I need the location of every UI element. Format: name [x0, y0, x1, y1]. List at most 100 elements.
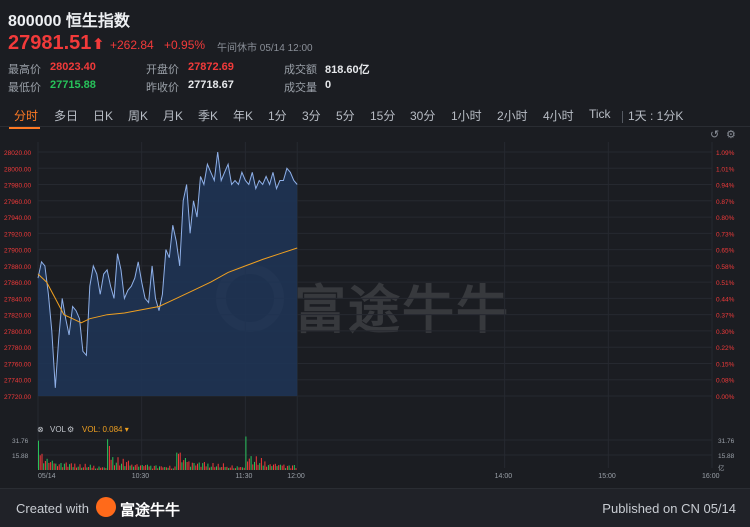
volume-bar	[127, 460, 129, 470]
turnover-value: 818.60亿	[325, 64, 370, 76]
brand-name: 富途牛牛	[120, 502, 181, 519]
tab-tick[interactable]: Tick	[589, 107, 611, 121]
y-pct-tick-label: 0.51%	[716, 280, 735, 287]
tab-separator	[622, 111, 623, 123]
y-pct-tick-label: 0.65%	[716, 248, 735, 255]
volume-bar	[195, 465, 197, 470]
volume-bar	[247, 461, 249, 470]
tab-weekly-k[interactable]: 周K	[128, 107, 148, 124]
volume-bar	[193, 463, 195, 470]
volume-bar	[121, 463, 122, 470]
volume-bar	[276, 466, 278, 470]
y-pct-tick-label: 0.44%	[716, 296, 735, 303]
x-tick-label: 11:30	[235, 473, 252, 480]
vol-value[interactable]: VOL: 0.084 ▾	[82, 425, 129, 434]
tab-intraday[interactable]: 分时	[14, 107, 38, 124]
y-pct-tick-label: 1.01%	[716, 166, 735, 173]
volume-bar	[67, 466, 69, 470]
tab-3min[interactable]: 3分	[302, 107, 321, 124]
volume-bar	[278, 465, 280, 470]
volume-bar	[203, 462, 205, 470]
volume-bar	[286, 465, 288, 470]
volume-bar	[159, 466, 160, 470]
y-tick-label: 27980.00	[4, 183, 31, 190]
tab-5min[interactable]: 5分	[336, 107, 355, 124]
volume-bar	[100, 467, 102, 470]
turnover-label: 成交额	[284, 64, 317, 76]
y-tick-label: 27960.00	[4, 199, 31, 206]
y-tick-label: 27920.00	[4, 231, 31, 238]
volume-bar	[146, 464, 148, 470]
tab-yearly-k[interactable]: 年K	[233, 107, 253, 124]
tab-quarterly-k[interactable]: 季K	[198, 107, 218, 124]
volume-bar	[69, 464, 71, 470]
volume-bar	[140, 465, 141, 470]
tab-multiday[interactable]: 多日	[54, 107, 78, 124]
volume-bar	[39, 455, 41, 470]
tab-15min[interactable]: 15分	[370, 107, 395, 124]
x-tick-label: 14:00	[495, 473, 513, 480]
volume-bar	[150, 465, 152, 470]
tab-30min[interactable]: 30分	[410, 107, 435, 124]
tab-daily-k[interactable]: 日K	[93, 107, 113, 124]
volume-bar	[105, 468, 107, 470]
settings-icon[interactable]: ⚙	[67, 425, 74, 434]
volume-bar	[134, 465, 136, 470]
tab-1hour[interactable]: 1小时	[451, 107, 482, 124]
vol-tick-label: 31.76	[12, 438, 29, 445]
y-pct-tick-label: 0.15%	[716, 361, 735, 368]
high-label: 最高价	[8, 64, 41, 76]
close-icon[interactable]: ⊗	[37, 425, 44, 434]
volume-bar	[138, 466, 140, 470]
volume-bar	[238, 467, 240, 470]
volume-bar	[131, 464, 133, 470]
volume-bar	[274, 463, 276, 470]
tab-1day-1min-k[interactable]: 1天 : 1分K	[628, 107, 683, 124]
volume-bar	[285, 468, 287, 470]
volume-bar	[62, 467, 64, 470]
volume-bar	[279, 464, 281, 470]
volume-bar	[117, 457, 119, 470]
volume-bar	[264, 461, 266, 470]
volume-bar	[241, 467, 243, 470]
tab-2hour[interactable]: 2小时	[497, 107, 528, 124]
volume-bar	[145, 465, 147, 470]
volume-bar	[172, 468, 174, 470]
y-tick-label: 27780.00	[4, 345, 31, 352]
y-pct-tick-label: 0.80%	[716, 215, 735, 222]
y-tick-label: 27760.00	[4, 361, 31, 368]
volume-bar	[74, 463, 76, 470]
y-tick-label: 27720.00	[4, 394, 31, 401]
tab-4hour[interactable]: 4小时	[543, 107, 574, 124]
volume-bar	[65, 462, 67, 470]
volume-bar	[224, 467, 226, 470]
period-tabs: 分时 多日 日K 周K 月K 季K 年K 1分 3分 5分 15分 30分 1小…	[0, 103, 750, 129]
volume-bar	[188, 461, 190, 470]
tab-1min[interactable]: 1分	[268, 107, 287, 124]
volume-bar	[207, 463, 209, 470]
volume-bar	[273, 464, 274, 470]
volume-bar	[240, 467, 242, 470]
volume-bar	[167, 467, 169, 470]
volume-bar	[48, 462, 50, 470]
tab-monthly-k[interactable]: 月K	[163, 107, 183, 124]
prev-close-label: 昨收价	[146, 82, 179, 94]
volume-bar	[290, 468, 292, 470]
volume-bar	[252, 464, 254, 470]
volume-bar	[179, 452, 181, 470]
open-value: 27872.69	[188, 61, 234, 73]
open-label: 开盘价	[146, 64, 179, 76]
volume-bar	[43, 463, 45, 470]
volume-bar	[110, 459, 112, 470]
volume-bar	[231, 465, 233, 470]
volume-bar	[248, 458, 250, 470]
y-pct-tick-label: 0.00%	[716, 394, 735, 401]
volume-bar	[136, 464, 138, 470]
y-tick-label: 27740.00	[4, 378, 31, 385]
volume-bar	[283, 464, 285, 470]
quote-header: 800000 恒生指数 27981.51 ⬆ +262.84 +0.95% 午间…	[0, 0, 750, 100]
volume-bar	[91, 467, 93, 470]
volume-bar	[76, 467, 77, 470]
y-tick-label: 27880.00	[4, 264, 31, 271]
y-tick-label: 27940.00	[4, 215, 31, 222]
